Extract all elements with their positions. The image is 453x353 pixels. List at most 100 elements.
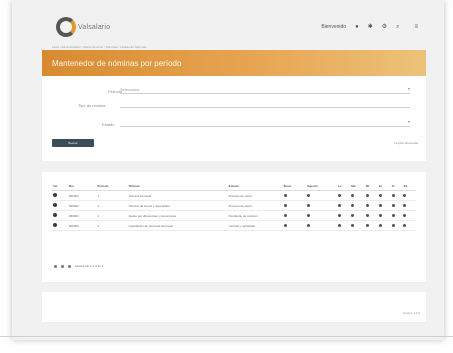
cell-dot xyxy=(350,200,365,211)
cell-dot xyxy=(377,210,391,221)
cell-dot xyxy=(282,210,306,221)
cell-dot xyxy=(305,220,337,231)
cell-estado: Pendiente de revisión xyxy=(227,210,283,221)
cell-dot xyxy=(282,200,306,211)
cell-nomina: Ajuste por diferencias y retenciones xyxy=(127,210,228,221)
logo-text: Valsalario xyxy=(78,24,111,31)
cell-dot xyxy=(282,220,306,231)
col-header[interactable]: Período xyxy=(96,182,128,191)
period-select[interactable]: Seleccione ▾ xyxy=(120,86,410,94)
cell-dot xyxy=(336,210,351,221)
menu-icon[interactable]: ≡ xyxy=(414,24,418,30)
cell-dot xyxy=(305,210,337,221)
nomination-label: Tipo de nómina xyxy=(78,103,106,108)
cell-nro: 000001 xyxy=(67,190,97,201)
breadcrumb: Inicio / Administración / Mantenimiento … xyxy=(52,45,147,49)
star-icon[interactable]: ✱ xyxy=(368,24,373,30)
logo-mark-icon xyxy=(56,17,76,37)
pagination-label: Mostrando 1 a 4 de 4 xyxy=(75,264,104,268)
cell-dot xyxy=(350,220,365,231)
cell-periodo: 1 xyxy=(96,220,128,231)
cell-nro: 000004 xyxy=(67,220,97,231)
cell-dot xyxy=(305,200,337,211)
col-header[interactable]: Nro xyxy=(67,182,97,191)
cell-nomina: Nómina mensual xyxy=(127,190,228,201)
title-band: Mantenedor de nóminas por período xyxy=(42,50,426,76)
col-header[interactable]: Estado xyxy=(227,182,283,191)
results-table: Ver Nro Período Nómina Estado Ítems Impo… xyxy=(52,182,416,231)
cell-nomina: Liquidación de personal temporal xyxy=(127,220,228,231)
cell-dot xyxy=(364,200,378,211)
cell-dot xyxy=(336,200,351,211)
cell-dot xyxy=(402,190,416,201)
cell-dot xyxy=(377,190,391,201)
cell-nro: 000003 xyxy=(67,210,97,221)
table-row: 000004 1 Liquidación de personal tempora… xyxy=(52,220,416,231)
user-menu[interactable]: Bienvenido xyxy=(321,24,346,30)
cell-dot xyxy=(402,200,416,211)
table-row: 000003 1 Ajuste por diferencias y retenc… xyxy=(52,210,416,221)
clear-search-link[interactable]: Limpiar búsqueda xyxy=(394,141,418,145)
cell-dot xyxy=(402,210,416,221)
first-page-icon[interactable] xyxy=(54,264,57,268)
next-page-icon[interactable] xyxy=(68,264,71,268)
pagination: Mostrando 1 a 4 de 4 xyxy=(54,264,103,268)
chevron-down-icon: ▾ xyxy=(407,119,410,124)
cell-dot xyxy=(402,220,416,231)
view-icon[interactable] xyxy=(52,210,68,221)
table-row: 000002 1 Nómina de bonos y aguinaldos Pr… xyxy=(52,200,416,211)
cell-estado: Proceso de cierre xyxy=(227,190,283,201)
cell-estado: Proceso de cierre xyxy=(227,200,283,211)
col-header[interactable]: Sá xyxy=(402,182,416,191)
cell-dot xyxy=(336,190,351,201)
col-header[interactable]: Ma xyxy=(350,182,365,191)
cell-nomina: Nómina de bonos y aguinaldos xyxy=(127,200,228,211)
cell-dot xyxy=(305,190,337,201)
cell-dot xyxy=(364,220,378,231)
col-header[interactable]: Lu xyxy=(336,182,351,191)
col-header[interactable]: Importe xyxy=(305,182,337,191)
view-icon[interactable] xyxy=(52,200,68,211)
footer-text: Versión 1.0.0 xyxy=(402,311,420,315)
cell-periodo: 1 xyxy=(96,200,128,211)
period-value: Seleccione xyxy=(120,87,140,92)
search-button[interactable]: Buscar xyxy=(52,139,94,147)
cell-dot xyxy=(377,220,391,231)
col-header[interactable]: Mi xyxy=(364,182,378,191)
cell-dot xyxy=(350,190,365,201)
col-header[interactable]: Vi xyxy=(390,182,403,191)
search-icon[interactable]: ⌕ xyxy=(396,24,399,30)
cell-dot xyxy=(390,220,403,231)
cell-dot xyxy=(390,200,403,211)
view-icon[interactable] xyxy=(52,220,68,231)
wrench-icon[interactable]: ⚙ xyxy=(382,24,387,30)
cell-nro: 000002 xyxy=(67,200,97,211)
col-header[interactable]: Ítems xyxy=(282,182,306,191)
cell-dot xyxy=(282,190,306,201)
view-icon[interactable] xyxy=(52,190,68,201)
nomination-input[interactable] xyxy=(120,100,410,108)
cell-dot xyxy=(350,210,365,221)
col-header[interactable]: Ver xyxy=(52,182,68,191)
prev-page-icon[interactable] xyxy=(61,264,64,268)
filter-card: Período Seleccione ▾ Tipo de nómina Esta… xyxy=(42,76,426,161)
cell-periodo: 1 xyxy=(96,210,128,221)
top-bar: Valsalario Bienvenido ● ✱ ⚙ ⌕ ≡ xyxy=(42,10,426,44)
page-title: Mantenedor de nóminas por período xyxy=(52,59,182,68)
cell-estado: Cerrado y aprobado xyxy=(227,220,283,231)
bell-icon[interactable]: ● xyxy=(355,24,359,30)
app-logo[interactable]: Valsalario xyxy=(56,17,116,37)
chevron-down-icon: ▾ xyxy=(407,86,410,91)
col-header[interactable]: Nómina xyxy=(127,182,228,191)
cell-dot xyxy=(336,220,351,231)
cell-dot xyxy=(390,190,403,201)
results-card: Ver Nro Período Nómina Estado Ítems Impo… xyxy=(42,172,426,282)
status-select[interactable]: ▾ xyxy=(120,119,410,127)
divider xyxy=(0,336,453,337)
footer-card: Versión 1.0.0 xyxy=(42,292,426,322)
cell-dot xyxy=(364,210,378,221)
col-header[interactable]: Ju xyxy=(377,182,391,191)
cell-dot xyxy=(377,200,391,211)
table-header-row: Ver Nro Período Nómina Estado Ítems Impo… xyxy=(52,182,416,191)
top-actions: Bienvenido ● ✱ ⚙ ⌕ ≡ xyxy=(321,24,418,30)
